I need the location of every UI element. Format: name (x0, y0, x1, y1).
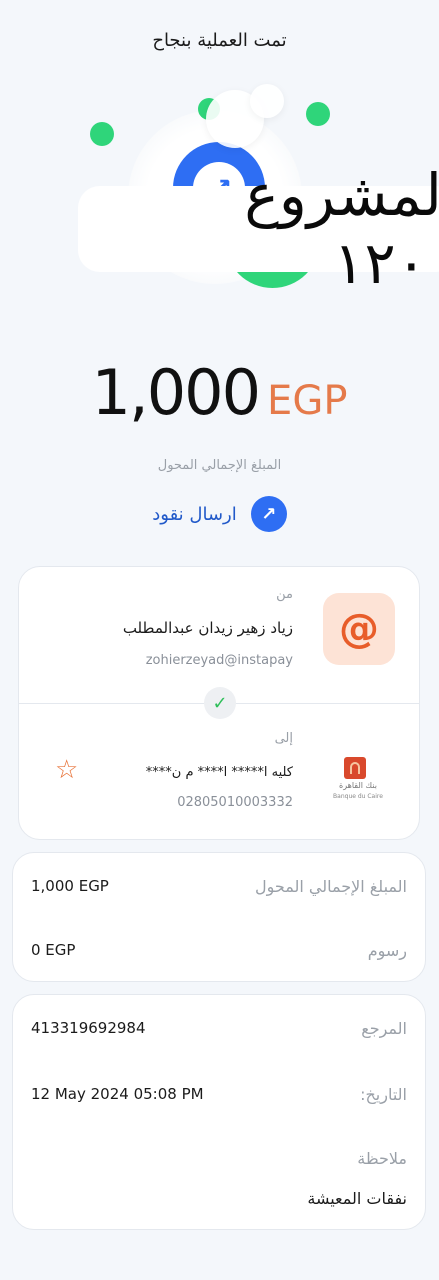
transfer-amount: 1,000 EGP (0, 356, 439, 429)
decor-dot (306, 102, 330, 126)
details-card: المرجع 413319692984 التاريخ: 12 May 2024… (12, 994, 426, 1230)
transfer-success-screen: تمت العملية بنجاح ↗ المشروع ١٢٠٠ 1,000EG… (0, 0, 439, 1280)
to-label: إلى (274, 731, 293, 746)
from-label: من (276, 587, 293, 602)
amount-currency: EGP (267, 378, 348, 424)
decor-bubble (250, 84, 284, 118)
total-value: 1,000 EGP (31, 877, 109, 895)
recipient-account: 02805010003332 (177, 795, 293, 810)
reference-label: المرجع (361, 1019, 407, 1038)
total-label: المبلغ الإجمالي المحول (255, 877, 407, 896)
recipient-name: كليه ا***** ا**** م ن**** (145, 765, 293, 780)
page-title: تمت العملية بنجاح (152, 30, 287, 51)
bank-name-en: Banque du Caire (333, 793, 383, 800)
star-icon[interactable]: ☆ (55, 755, 78, 785)
date-value: 12 May 2024 05:08 PM (31, 1085, 204, 1103)
amount-caption: المبلغ الإجمالي المحول (157, 458, 282, 473)
date-label: التاريخ: (360, 1085, 407, 1104)
reference-value: 413319692984 (31, 1019, 146, 1037)
bank-logo-mark (344, 757, 366, 779)
check-icon: ✓ (204, 687, 236, 719)
sender-handle: zohierzeyad@instapay (145, 653, 293, 668)
at-icon: @ (323, 593, 395, 665)
sender-name: زياد زهير زيدان عبدالمطلب (122, 619, 293, 637)
amount-value: 1,000 (91, 356, 261, 429)
decor-dot (90, 122, 114, 146)
send-money-button[interactable]: ارسال نقود ↗ (0, 496, 439, 532)
fees-label: رسوم (367, 941, 407, 960)
summary-card: المبلغ الإجمالي المحول 1,000 EGP رسوم 0 … (12, 852, 426, 982)
bank-name-ar: بنك القاهرة (339, 781, 377, 790)
bank-logo: بنك القاهرة Banque du Caire (323, 757, 393, 803)
fees-value: 0 EGP (31, 941, 76, 959)
note-label: ملاحظة (357, 1149, 407, 1168)
overlay-caption: المشروع ١٢٠٠ (78, 161, 439, 297)
arrow-up-right-icon: ↗ (250, 496, 287, 532)
send-money-label: ارسال نقود (152, 503, 237, 525)
parties-card: من زياد زهير زيدان عبدالمطلب zohierzeyad… (18, 566, 420, 840)
note-value: نفقات المعيشة (307, 1189, 407, 1208)
